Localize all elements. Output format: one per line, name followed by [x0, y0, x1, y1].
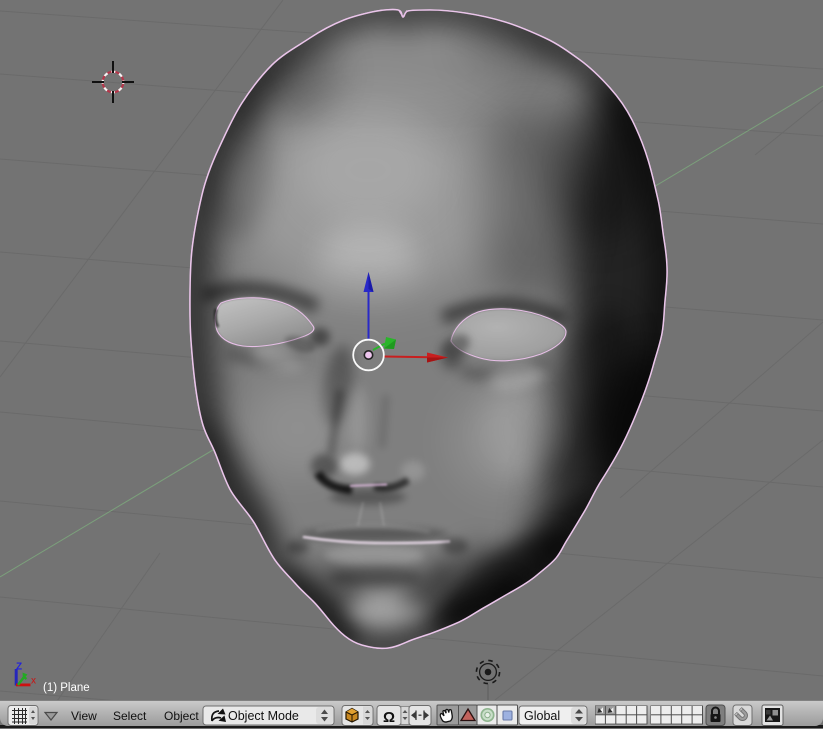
svg-text:(1) Plane: (1) Plane	[43, 682, 90, 694]
svg-text:Ω: Ω	[383, 709, 395, 726]
svg-text:Z: Z	[16, 662, 22, 673]
svg-text:Global: Global	[524, 709, 560, 723]
svg-text:x: x	[31, 676, 36, 687]
